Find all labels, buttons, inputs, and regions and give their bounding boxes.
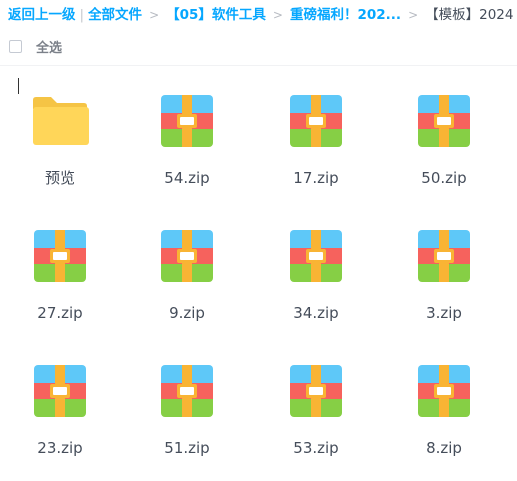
zip-archive-icon [161, 95, 213, 147]
select-all[interactable]: 全选 [9, 37, 63, 56]
zip-archive-icon [161, 365, 213, 417]
back-link[interactable]: 返回上一级 [8, 4, 76, 26]
file-name: 17.zip [293, 169, 339, 187]
file-name: 53.zip [293, 439, 339, 457]
breadcrumb-separator: > [408, 8, 419, 22]
file-name: 27.zip [37, 304, 83, 322]
zip-archive-icon [34, 230, 86, 282]
zip-archive-icon [290, 230, 342, 282]
file-name: 50.zip [421, 169, 467, 187]
file-item[interactable]: 50.zip [389, 87, 499, 202]
file-name: 34.zip [293, 304, 339, 322]
zip-archive-icon [418, 365, 470, 417]
folder-item[interactable]: 预览 [5, 87, 115, 202]
file-name: 预览 [44, 169, 75, 187]
breadcrumb: 返回上一级 | 全部文件 > 【05】软件工具 > 重磅福利！202... > … [8, 4, 513, 26]
breadcrumb-separator: > [149, 8, 160, 22]
file-item[interactable]: 34.zip [261, 222, 371, 337]
file-item[interactable]: 8.zip [389, 357, 499, 472]
toolbar-divider [0, 65, 517, 66]
file-item[interactable]: 9.zip [132, 222, 242, 337]
breadcrumb-item-benefits[interactable]: 重磅福利！202... [290, 4, 401, 26]
select-all-label: 全选 [36, 40, 63, 56]
file-grid: 预览 54.zip 17.zip 50.zip 27.zip 9.zip 34.zip 3.z… [0, 87, 517, 481]
select-all-checkbox[interactable] [9, 39, 22, 53]
file-name: 3.zip [426, 304, 462, 322]
zip-archive-icon [418, 95, 470, 147]
breadcrumb-divider: | [79, 7, 85, 23]
zip-archive-icon [161, 230, 213, 282]
breadcrumb-item-current: 【模板】2024... [425, 7, 513, 23]
file-item[interactable]: 3.zip [389, 222, 499, 337]
file-name: 54.zip [164, 169, 210, 187]
zip-archive-icon [34, 365, 86, 417]
folder-icon [31, 95, 89, 147]
file-item[interactable]: 54.zip [132, 87, 242, 202]
breadcrumb-separator: > [272, 8, 283, 22]
file-name: 23.zip [37, 439, 83, 457]
file-item[interactable]: 51.zip [132, 357, 242, 472]
file-item[interactable]: 53.zip [261, 357, 371, 472]
breadcrumb-item-software-tools[interactable]: 【05】软件工具 [166, 4, 266, 26]
breadcrumb-item-all-files[interactable]: 全部文件 [88, 4, 142, 26]
file-item[interactable]: 17.zip [261, 87, 371, 202]
file-name: 51.zip [164, 439, 210, 457]
file-item[interactable]: 27.zip [5, 222, 115, 337]
zip-archive-icon [418, 230, 470, 282]
zip-archive-icon [290, 95, 342, 147]
file-name: 8.zip [426, 439, 462, 457]
file-name: 9.zip [169, 304, 205, 322]
zip-archive-icon [290, 365, 342, 417]
file-item[interactable]: 23.zip [5, 357, 115, 472]
